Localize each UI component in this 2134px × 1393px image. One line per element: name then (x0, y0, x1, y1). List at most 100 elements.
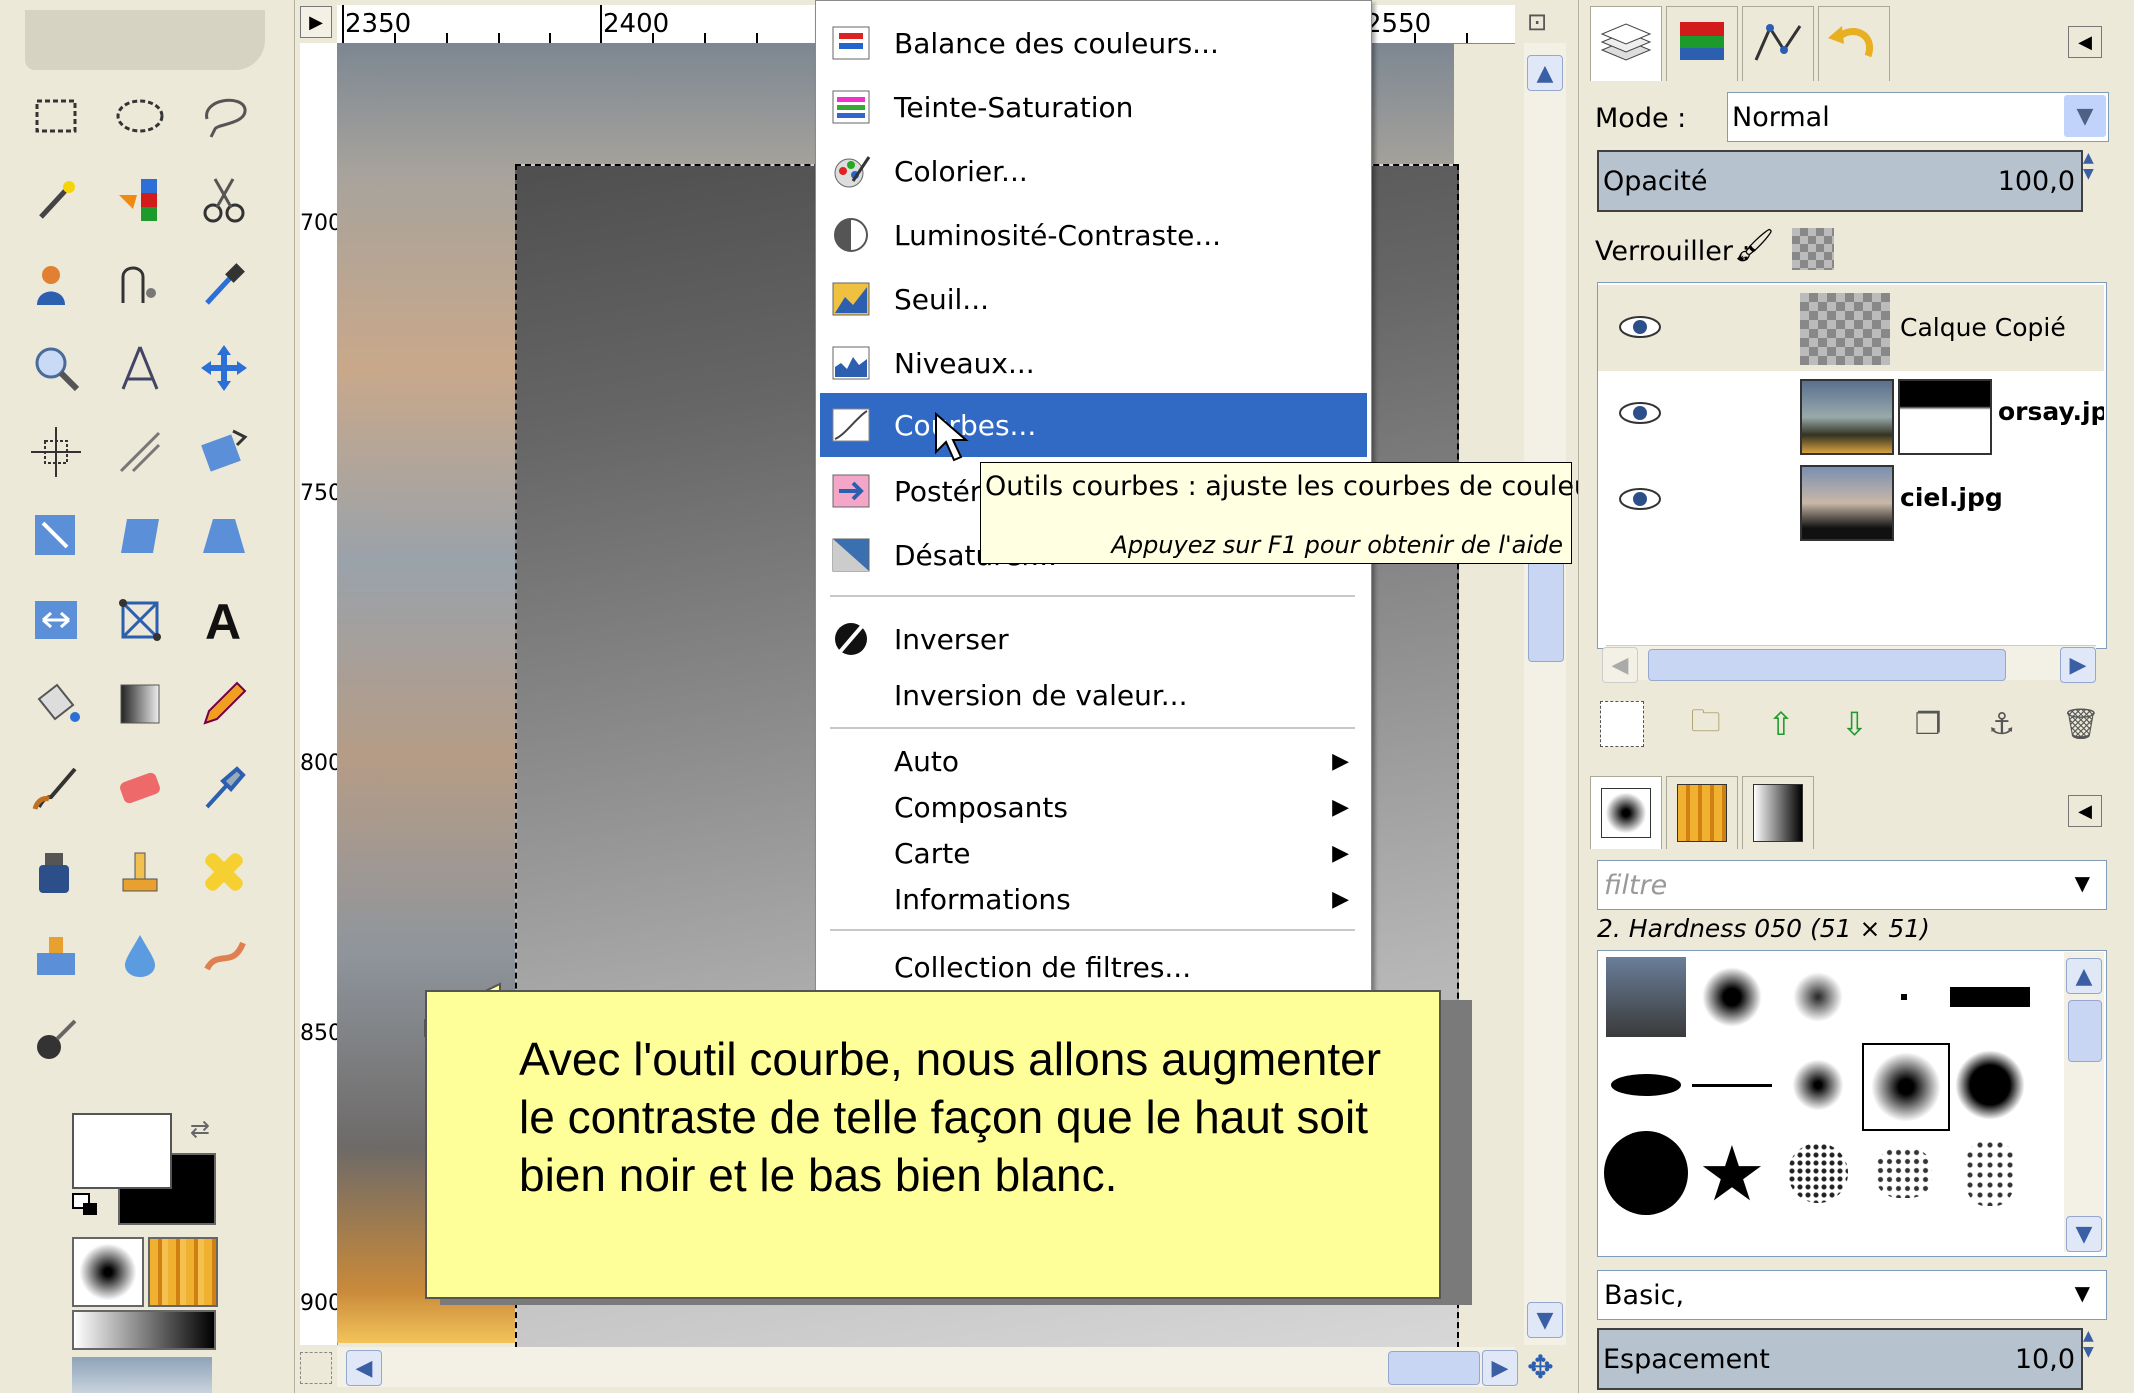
scroll-right-icon[interactable]: ▶ (2060, 647, 2096, 683)
crop-tool-icon[interactable] (108, 420, 172, 484)
brush-item[interactable] (1950, 987, 2030, 1007)
vertical-scroll-thumb[interactable] (1528, 560, 1564, 662)
brush-item[interactable] (1788, 1143, 1848, 1203)
brush-item[interactable] (1611, 1074, 1681, 1096)
brush-item[interactable] (1793, 972, 1843, 1022)
gradients-tab[interactable] (1742, 776, 1814, 849)
brush-filter-combo[interactable]: filtre ▼ (1597, 860, 2107, 910)
undo-history-tab[interactable] (1818, 6, 1890, 81)
zoom-toggle-icon[interactable]: ⊡ (1527, 8, 1547, 36)
brush-item[interactable] (1965, 1140, 2015, 1206)
ink-tool-icon[interactable] (24, 840, 88, 904)
foreground-select-tool-icon[interactable] (24, 252, 88, 316)
airbrush-tool-icon[interactable] (192, 756, 256, 820)
menu-item-value-invert[interactable]: Inversion de valeur... (816, 665, 1371, 725)
clone-tool-icon[interactable] (108, 840, 172, 904)
brush-item[interactable] (1604, 1131, 1688, 1215)
rotate-tool-icon[interactable] (192, 420, 256, 484)
opacity-spinner[interactable]: Opacité 100,0 (1597, 150, 2083, 212)
layers-tab[interactable] (1590, 6, 1662, 81)
brush-item[interactable] (1901, 994, 1907, 1000)
brush-item[interactable] (1955, 1050, 2025, 1120)
dock-menu-icon[interactable]: ◀ (2068, 795, 2102, 827)
active-image-preview[interactable] (72, 1357, 212, 1393)
measure-tool-icon[interactable] (108, 336, 172, 400)
eye-icon[interactable] (1616, 305, 1664, 349)
image-menu-arrow-icon[interactable]: ▶ (300, 6, 332, 38)
flip-tool-icon[interactable] (24, 588, 88, 652)
layer-row[interactable]: ciel.jpg (1598, 457, 2104, 543)
patterns-tab[interactable] (1666, 776, 1738, 849)
menu-item-brightness-contrast[interactable]: Luminosité-Contraste... (816, 205, 1371, 265)
scroll-down-icon[interactable]: ▼ (1527, 1302, 1563, 1338)
dodge-burn-tool-icon[interactable] (24, 1008, 88, 1072)
brush-item[interactable] (1692, 1083, 1772, 1087)
raise-layer-icon[interactable]: ⇧ (1767, 705, 1794, 743)
pencil-tool-icon[interactable] (192, 672, 256, 736)
swap-colors-icon[interactable]: ⇄ (190, 1115, 210, 1143)
brush-item[interactable] (1788, 1055, 1848, 1115)
scroll-right-icon[interactable]: ▶ (1482, 1350, 1518, 1386)
text-tool-icon[interactable]: A (192, 588, 256, 652)
brushes-vscrollbar[interactable] (2064, 952, 2104, 1252)
lower-layer-icon[interactable]: ⇩ (1841, 705, 1868, 743)
scroll-up-icon[interactable]: ▲ (2066, 958, 2102, 994)
brushes-tab[interactable] (1590, 776, 1662, 849)
new-group-icon[interactable]: 🗀 (1691, 699, 1721, 750)
mode-select[interactable]: Normal ▼ (1727, 92, 2109, 142)
rect-select-tool-icon[interactable] (24, 84, 88, 148)
menu-item-curves[interactable]: Courbes... (820, 393, 1367, 457)
layers-scroll-thumb[interactable] (1648, 649, 2006, 681)
lock-alpha-icon[interactable] (1792, 228, 1834, 270)
scroll-down-icon[interactable]: ▼ (2066, 1216, 2102, 1252)
delete-layer-icon[interactable]: 🗑 (2062, 707, 2100, 742)
smudge-tool-icon[interactable] (192, 924, 256, 988)
menu-item-invert[interactable]: Inverser (816, 609, 1371, 669)
scroll-left-icon[interactable]: ◀ (346, 1350, 382, 1386)
menu-item-info[interactable]: Informations ▶ (816, 871, 1371, 927)
spacing-spin-buttons[interactable]: ▲ ▼ (2083, 1328, 2107, 1386)
duplicate-layer-icon[interactable]: ❐ (1915, 707, 1942, 742)
layer-row[interactable]: Calque Copié (1598, 285, 2104, 371)
dock-menu-icon[interactable]: ◀ (2068, 26, 2102, 58)
fuzzy-select-tool-icon[interactable] (24, 168, 88, 232)
channels-tab[interactable] (1666, 6, 1738, 81)
shear-tool-icon[interactable] (108, 504, 172, 568)
anchor-layer-icon[interactable]: ⚓ (1988, 707, 2015, 742)
brush-item[interactable] (1702, 967, 1762, 1027)
scale-tool-icon[interactable] (24, 504, 88, 568)
menu-item-levels[interactable]: Niveaux... (816, 333, 1371, 393)
perspective-clone-tool-icon[interactable] (24, 924, 88, 988)
perspective-tool-icon[interactable] (192, 504, 256, 568)
scroll-up-icon[interactable]: ▲ (1527, 55, 1563, 91)
quick-mask-icon[interactable] (300, 1352, 332, 1384)
paintbrush-tool-icon[interactable] (24, 756, 88, 820)
move-tool-icon[interactable] (192, 336, 256, 400)
blend-tool-icon[interactable] (108, 672, 172, 736)
lock-pixels-icon[interactable]: 🖌 (1734, 226, 1775, 270)
select-by-color-tool-icon[interactable] (108, 168, 172, 232)
brush-item[interactable] (1606, 957, 1686, 1037)
brush-item-selected[interactable] (1871, 1052, 1941, 1122)
star-brush-icon[interactable]: ★ (1690, 1129, 1774, 1218)
eye-icon[interactable] (1616, 391, 1664, 435)
opacity-spin-buttons[interactable]: ▲ ▼ (2083, 150, 2107, 208)
menu-item-color-balance[interactable]: Balance des couleurs... (816, 13, 1371, 73)
zoom-tool-icon[interactable] (24, 336, 88, 400)
menu-item-colorize[interactable]: Colorier... (816, 141, 1371, 201)
align-tool-icon[interactable] (24, 420, 88, 484)
active-pattern-preview[interactable] (148, 1237, 218, 1307)
menu-item-threshold[interactable]: Seuil... (816, 269, 1371, 329)
vertical-scrollbar[interactable] (1524, 43, 1566, 1345)
color-picker-tool-icon[interactable] (192, 252, 256, 316)
lasso-tool-icon[interactable] (192, 84, 256, 148)
brushes-scroll-thumb[interactable] (2068, 1000, 2102, 1062)
blur-tool-icon[interactable] (108, 924, 172, 988)
bucket-fill-tool-icon[interactable] (24, 672, 88, 736)
heal-tool-icon[interactable] (192, 840, 256, 904)
new-layer-icon[interactable] (1600, 701, 1644, 747)
scissors-tool-icon[interactable] (192, 168, 256, 232)
spacing-spinner[interactable]: Espacement 10,0 (1597, 1328, 2083, 1390)
horizontal-scrollbar[interactable] (337, 1347, 1515, 1387)
active-brush-preview[interactable] (72, 1237, 144, 1307)
